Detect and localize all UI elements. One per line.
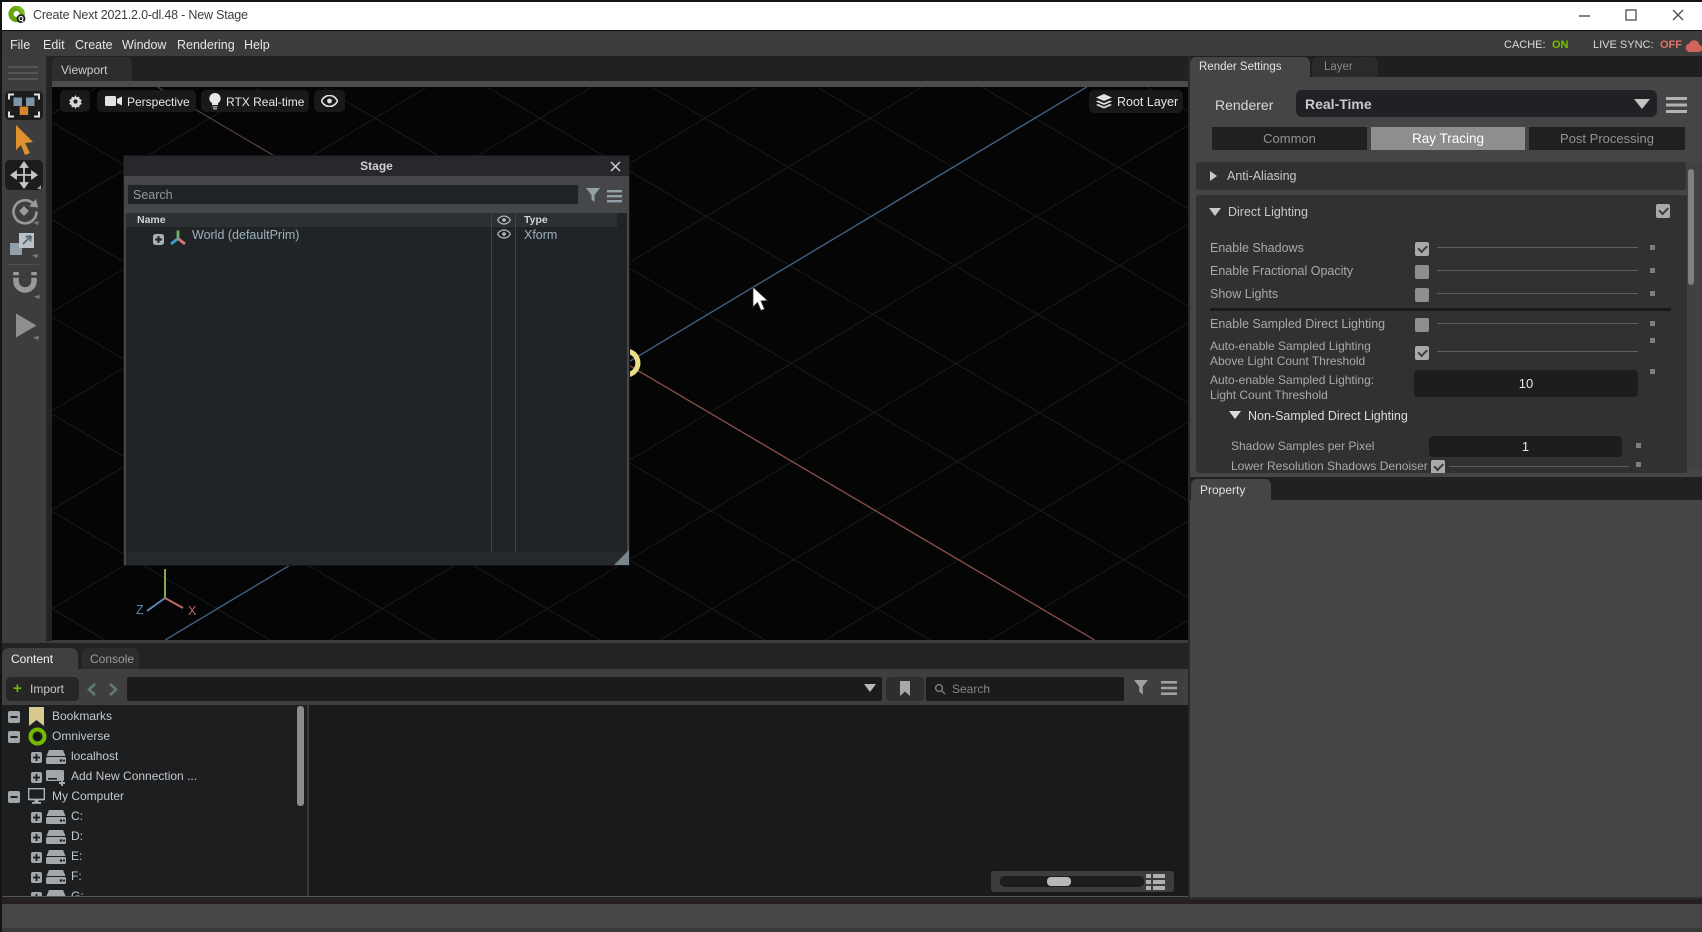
svg-text:X: X	[188, 604, 197, 618]
svg-text:Z: Z	[136, 603, 144, 617]
